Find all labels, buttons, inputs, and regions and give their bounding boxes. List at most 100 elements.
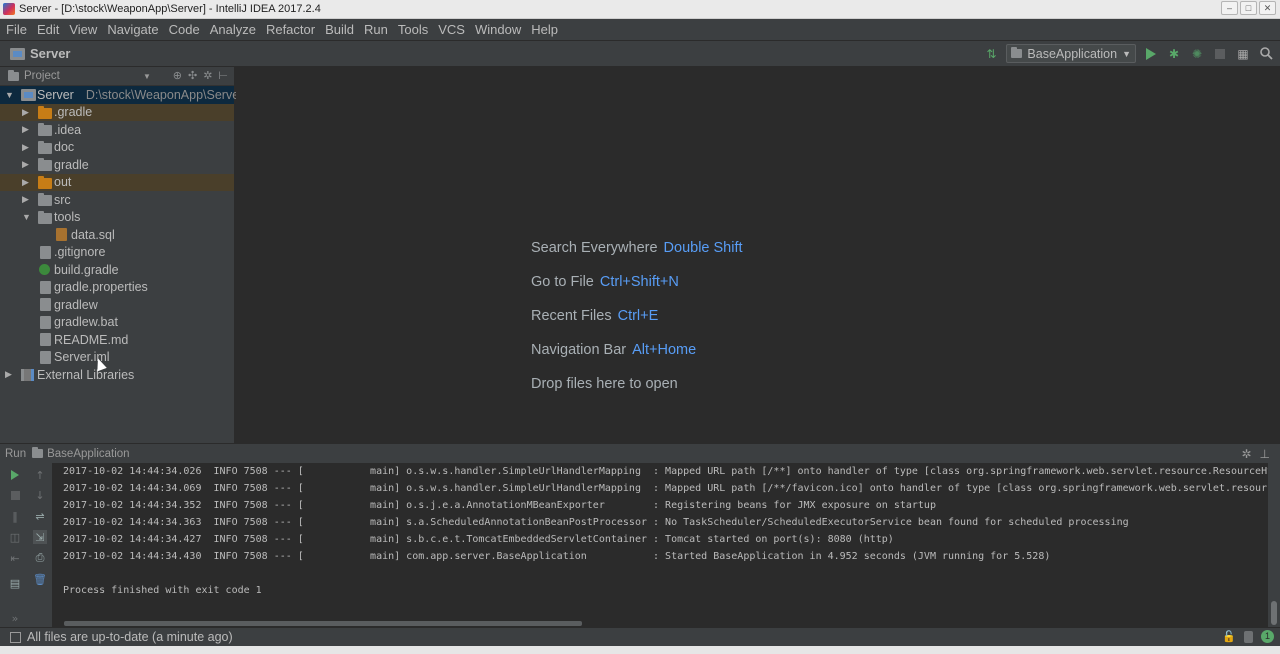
expanded-arrow-icon[interactable]: ▼ (22, 212, 32, 222)
event-log-icon[interactable]: 1 (1261, 630, 1274, 643)
gear-icon[interactable]: ✲ (1241, 447, 1251, 461)
collapsed-arrow-icon[interactable]: ▶ (22, 124, 32, 135)
search-everywhere-button[interactable] (1258, 46, 1274, 62)
run-tab-baseapplication[interactable]: BaseApplication (47, 448, 129, 460)
print-icon[interactable]: ⎙ (33, 551, 47, 565)
play-icon (11, 470, 19, 480)
menu-run[interactable]: Run (359, 22, 393, 37)
menu-file[interactable]: File (0, 22, 32, 37)
menu-help[interactable]: Help (526, 22, 563, 37)
search-icon (1259, 47, 1273, 60)
tree-item-root[interactable]: ▼ Server D:\stock\WeaponApp\Server (0, 86, 243, 104)
tree-item-label: build.gradle (54, 262, 119, 277)
menu-refactor[interactable]: Refactor (261, 22, 320, 37)
scroll-up-icon[interactable]: ↑ (33, 468, 47, 482)
collapsed-arrow-icon[interactable]: ▶ (22, 177, 32, 188)
lock-icon[interactable]: 🔓 (1222, 630, 1236, 643)
stop-button[interactable] (1212, 46, 1228, 62)
tree-item-readme[interactable]: README.md (0, 331, 234, 349)
project-panel-title[interactable]: Project (24, 70, 60, 82)
tree-item-tools[interactable]: ▼ tools (0, 209, 234, 227)
run-console[interactable]: 2017-10-02 14:44:34.026 INFO 7508 --- [ … (52, 463, 1268, 627)
tree-item-src[interactable]: ▶ src (0, 191, 234, 209)
collapse-all-icon[interactable]: ✣ (188, 69, 197, 82)
tree-item-idea[interactable]: ▶ .idea (0, 121, 234, 139)
tree-item-label: gradlew.bat (54, 315, 118, 330)
clear-all-icon[interactable]: 🗑 (33, 572, 47, 586)
status-text: All files are up-to-date (a minute ago) (27, 630, 233, 644)
menu-bar: File Edit View Navigate Code Analyze Ref… (0, 19, 1280, 41)
tree-item-gradle-properties[interactable]: gradle.properties (0, 279, 234, 297)
run-button[interactable] (1143, 46, 1159, 62)
scroll-to-end-icon[interactable]: ⇲ (33, 530, 47, 544)
hide-panel-icon[interactable]: ⊢ (218, 69, 228, 82)
tree-item-gradle-hidden[interactable]: ▶ .gradle (0, 103, 234, 121)
run-tab-icon (32, 447, 44, 458)
menu-edit[interactable]: Edit (32, 22, 64, 37)
project-panel-header: Project ▼ ⊕ ✣ ✲ ⊢ (0, 67, 234, 86)
hide-panel-icon[interactable]: ⊥ (1260, 447, 1270, 461)
module-file-icon (40, 350, 51, 364)
menu-window[interactable]: Window (470, 22, 526, 37)
tool-windows-icon[interactable] (10, 631, 21, 643)
tree-item-data-sql[interactable]: data.sql (0, 226, 234, 244)
menu-code[interactable]: Code (164, 22, 205, 37)
exit-icon[interactable]: ⇤ (8, 551, 22, 565)
close-icon[interactable]: ✕ (1259, 1, 1276, 15)
run-panel-header: Run BaseApplication ✲ ⊥ (0, 443, 1280, 463)
gradle-file-icon (39, 264, 50, 275)
run-config-label: BaseApplication (1027, 46, 1118, 61)
collapsed-arrow-icon[interactable]: ▶ (22, 142, 32, 153)
project-structure-button[interactable]: ▦ (1235, 46, 1251, 62)
collapsed-arrow-icon[interactable]: ▶ (22, 194, 32, 205)
module-icon (21, 89, 36, 101)
collapsed-arrow-icon[interactable]: ▶ (5, 369, 15, 380)
coverage-button[interactable]: ✺ (1189, 46, 1205, 62)
text-file-icon (40, 315, 51, 329)
soft-wrap-icon[interactable]: ⇌ (33, 509, 47, 523)
view-selector-chevron-icon[interactable]: ▼ (143, 72, 151, 81)
stop-button[interactable] (8, 488, 22, 502)
layout-icon[interactable]: ▤ (8, 576, 22, 590)
scroll-from-source-icon[interactable]: ⊕ (173, 69, 182, 82)
dump-threads-icon[interactable]: ◫ (8, 530, 22, 544)
maximize-icon[interactable]: □ (1240, 1, 1257, 15)
editor-area[interactable]: Search Everywhere Double Shift Go to File… (236, 67, 1280, 443)
debug-button[interactable]: ✱ (1166, 46, 1182, 62)
menu-view[interactable]: View (64, 22, 102, 37)
collapsed-arrow-icon[interactable]: ▶ (22, 107, 32, 118)
menu-vcs[interactable]: VCS (433, 22, 470, 37)
scroll-down-icon[interactable]: ↓ (33, 488, 47, 502)
library-icon (21, 369, 34, 381)
expanded-arrow-icon[interactable]: ▼ (5, 90, 15, 100)
run-configuration-select[interactable]: BaseApplication ▼ (1006, 44, 1136, 63)
breadcrumb[interactable]: Server (10, 46, 70, 61)
menu-tools[interactable]: Tools (393, 22, 433, 37)
horizontal-scrollbar[interactable] (64, 621, 582, 626)
tree-item-server-iml[interactable]: Server.iml (0, 349, 234, 367)
tree-item-gradle[interactable]: ▶ gradle (0, 156, 234, 174)
pause-icon[interactable]: ‖ (8, 509, 22, 523)
scrollbar-thumb[interactable] (1271, 601, 1277, 625)
tree-item-gradlew-bat[interactable]: gradlew.bat (0, 314, 234, 332)
tree-item-doc[interactable]: ▶ doc (0, 139, 234, 157)
build-project-icon[interactable]: ⇅ (983, 46, 999, 62)
collapsed-arrow-icon[interactable]: ▶ (22, 159, 32, 170)
text-file-icon (40, 245, 51, 259)
more-icon[interactable]: » (8, 611, 22, 625)
menu-analyze[interactable]: Analyze (205, 22, 261, 37)
rerun-button[interactable] (8, 468, 22, 482)
menu-build[interactable]: Build (320, 22, 359, 37)
menu-navigate[interactable]: Navigate (102, 22, 163, 37)
tree-item-build-gradle[interactable]: build.gradle (0, 261, 234, 279)
stop-icon (10, 490, 20, 500)
vertical-scrollbar[interactable] (1268, 463, 1280, 627)
status-bar: All files are up-to-date (a minute ago) … (0, 627, 1280, 646)
tree-item-external-libraries[interactable]: ▶ External Libraries (0, 366, 234, 384)
minimize-icon[interactable]: – (1221, 1, 1238, 15)
tree-item-out[interactable]: ▶ out (0, 173, 234, 191)
inspector-icon[interactable] (1244, 630, 1253, 643)
tree-item-gitignore[interactable]: .gitignore (0, 244, 234, 262)
tree-item-gradlew[interactable]: gradlew (0, 296, 234, 314)
gear-icon[interactable]: ✲ (203, 69, 212, 82)
